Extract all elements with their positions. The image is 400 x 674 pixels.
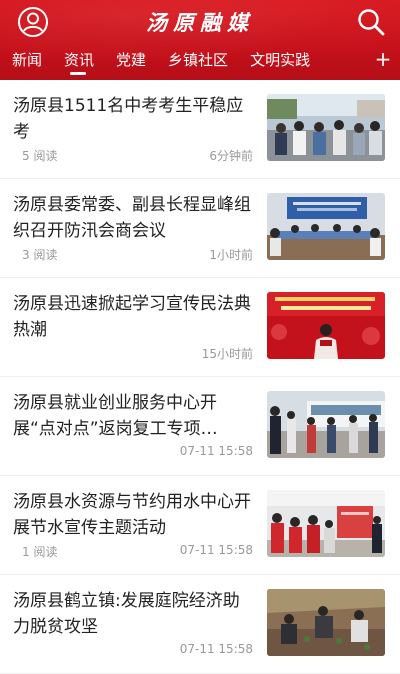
- list-item[interactable]: 汤原县鹤立镇:发展庭院经济助力脱贫攻坚 07-11 15:58: [0, 575, 400, 674]
- list-item[interactable]: 汤原县就业创业服务中心开展“点对点”返岗复工专项… 07-11 15:58: [0, 377, 400, 476]
- app-title: 汤原融媒: [146, 10, 254, 35]
- list-item[interactable]: 汤原县迅速掀起学习宣传民法典热潮 15小时前: [0, 278, 400, 377]
- top-bar: 汤原融媒: [0, 0, 400, 42]
- tab-info[interactable]: 资讯: [52, 46, 104, 76]
- students-photo: [267, 94, 385, 161]
- farming-photo: [267, 589, 385, 656]
- volunteers-photo: [267, 490, 385, 557]
- meeting-photo: [267, 193, 385, 260]
- tab-civilization[interactable]: 文明实践: [238, 46, 320, 76]
- article-title: 汤原县迅速掀起学习宣传民法典热潮: [13, 294, 251, 340]
- publish-time: 15小时前: [201, 347, 253, 361]
- tab-party[interactable]: 党建: [104, 46, 156, 76]
- tab-news[interactable]: 新闻: [0, 46, 52, 76]
- app-header: 汤原融媒 新闻 资讯 党建 乡镇社区 文明实践 +: [0, 0, 400, 80]
- publish-time: 07-11 15:58: [179, 543, 253, 557]
- add-tab-button[interactable]: +: [372, 45, 394, 75]
- news-feed: 汤原县1511名中考考生平稳应考 5 阅读 6分钟前 汤原县委常委、副县长程显峰…: [0, 80, 400, 674]
- publish-time: 1小时前: [209, 248, 253, 262]
- publish-time: 07-11 15:58: [179, 444, 253, 458]
- read-count: 3 阅读: [22, 248, 58, 262]
- article-title: 汤原县委常委、副县长程显峰组织召开防汛会商会议: [13, 195, 251, 241]
- list-item[interactable]: 汤原县委常委、副县长程显峰组织召开防汛会商会议 3 阅读 1小时前: [0, 179, 400, 278]
- read-count: 5 阅读: [22, 149, 58, 163]
- search-icon[interactable]: [356, 7, 386, 37]
- tab-towns[interactable]: 乡镇社区: [156, 46, 238, 76]
- publish-time: 07-11 15:58: [179, 642, 253, 656]
- category-tabs: 新闻 资讯 党建 乡镇社区 文明实践: [0, 46, 372, 76]
- list-item[interactable]: 汤原县1511名中考考生平稳应考 5 阅读 6分钟前: [0, 80, 400, 179]
- article-title: 汤原县1511名中考考生平稳应考: [13, 96, 244, 142]
- publish-time: 6分钟前: [209, 149, 253, 163]
- article-title: 汤原县水资源与节约用水中心开展节水宣传主题活动: [13, 492, 251, 538]
- lecture-banner-photo: [267, 292, 385, 359]
- bus-crowd-photo: [267, 391, 385, 458]
- list-item[interactable]: 汤原县水资源与节约用水中心开展节水宣传主题活动 1 阅读 07-11 15:58: [0, 476, 400, 575]
- read-count: 1 阅读: [22, 545, 58, 559]
- article-title: 汤原县就业创业服务中心开展“点对点”返岗复工专项…: [13, 393, 218, 439]
- article-title: 汤原县鹤立镇:发展庭院经济助力脱贫攻坚: [13, 591, 240, 637]
